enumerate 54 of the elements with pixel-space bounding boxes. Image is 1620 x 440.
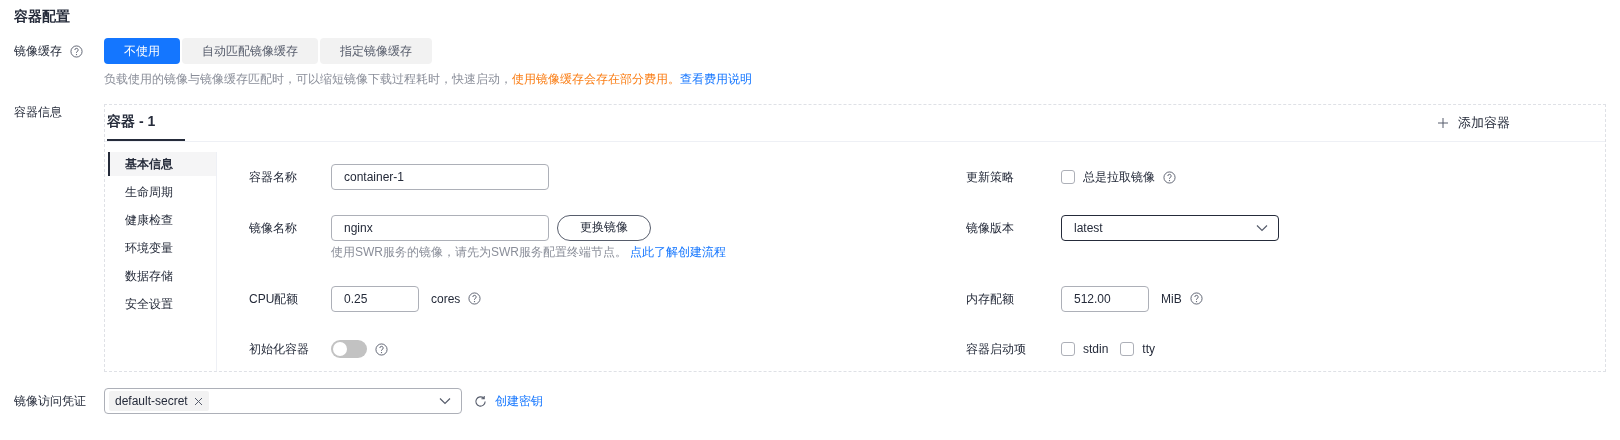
hint-text: 使用SWR服务的镜像，请先为SWR服务配置终端节点。 点此了解创建流程 — [331, 243, 727, 261]
unit-label: MiB — [1161, 291, 1182, 306]
field-label: CPU配额 — [249, 290, 300, 308]
side-menu-item[interactable]: 环境变量 — [108, 236, 216, 260]
field-label: 初始化容器 — [249, 341, 310, 359]
checkbox-label: 总是拉取镜像 — [1083, 168, 1155, 186]
segment-option[interactable]: 指定镜像缓存 — [320, 38, 432, 64]
memory-input[interactable]: 512.00 — [1061, 285, 1149, 312]
segment-option[interactable]: 自动匹配镜像缓存 — [182, 38, 318, 64]
plus-icon — [1438, 118, 1448, 128]
side-menu-item[interactable]: 基本信息 — [108, 152, 216, 176]
create-secret-link[interactable]: 创建密钥 — [495, 392, 543, 410]
create-flow-link[interactable]: 点此了解创建流程 — [630, 244, 727, 259]
image-version-select[interactable]: latest — [1061, 214, 1279, 241]
side-menu-item[interactable]: 生命周期 — [108, 180, 216, 204]
help-icon[interactable] — [375, 342, 388, 356]
checkbox-label: tty — [1142, 342, 1156, 357]
help-icon[interactable] — [1189, 292, 1203, 305]
field-label: 更新策略 — [966, 169, 1015, 186]
close-icon[interactable] — [193, 396, 203, 406]
side-menu-item[interactable]: 安全设置 — [108, 292, 216, 316]
help-icon[interactable] — [1163, 170, 1176, 184]
fee-link[interactable]: 查看费用说明 — [680, 72, 752, 86]
unit-label: cores — [431, 291, 461, 306]
field-label: 镜像访问凭证 — [14, 392, 86, 410]
help-icon[interactable] — [468, 292, 482, 305]
container-tab[interactable]: 容器 - 1 — [107, 105, 185, 141]
image-name-input[interactable]: nginx — [331, 214, 549, 241]
checkbox[interactable] — [1120, 342, 1135, 357]
field-label: 镜像版本 — [966, 219, 1015, 237]
checkbox[interactable] — [1061, 170, 1075, 184]
chevron-down-icon — [1256, 223, 1268, 232]
field-label: 容器信息 — [14, 104, 62, 121]
cpu-input[interactable]: 0.25 — [331, 285, 419, 312]
help-icon[interactable] — [70, 44, 83, 58]
checkbox[interactable] — [1061, 342, 1075, 357]
field-label: 镜像名称 — [249, 219, 298, 237]
field-label: 内存配额 — [966, 290, 1015, 308]
refresh-icon[interactable] — [474, 394, 487, 408]
side-menu-item[interactable]: 健康检查 — [108, 208, 216, 232]
field-label: 镜像缓存 — [14, 42, 62, 60]
section-title: 容器配置 — [14, 8, 71, 26]
chevron-down-icon — [439, 397, 451, 405]
credentials-select[interactable]: default-secret — [104, 388, 462, 414]
secret-tag: default-secret — [109, 391, 209, 411]
hint-text: 负载使用的镜像与镜像缓存匹配时，可以缩短镜像下载过程耗时，快速启动，使用镜像缓存会存在部分费用。查看费用说明 — [104, 71, 752, 88]
field-label: 容器名称 — [249, 169, 298, 186]
change-image-button[interactable]: 更换镜像 — [557, 214, 651, 241]
side-menu-item[interactable]: 数据存储 — [108, 264, 216, 288]
segment-option[interactable]: 不使用 — [104, 38, 180, 64]
field-label: 容器启动项 — [966, 341, 1027, 359]
toggle-switch[interactable] — [331, 340, 367, 359]
container-name-input[interactable]: container-1 — [331, 164, 549, 190]
checkbox-label: stdin — [1083, 342, 1109, 357]
